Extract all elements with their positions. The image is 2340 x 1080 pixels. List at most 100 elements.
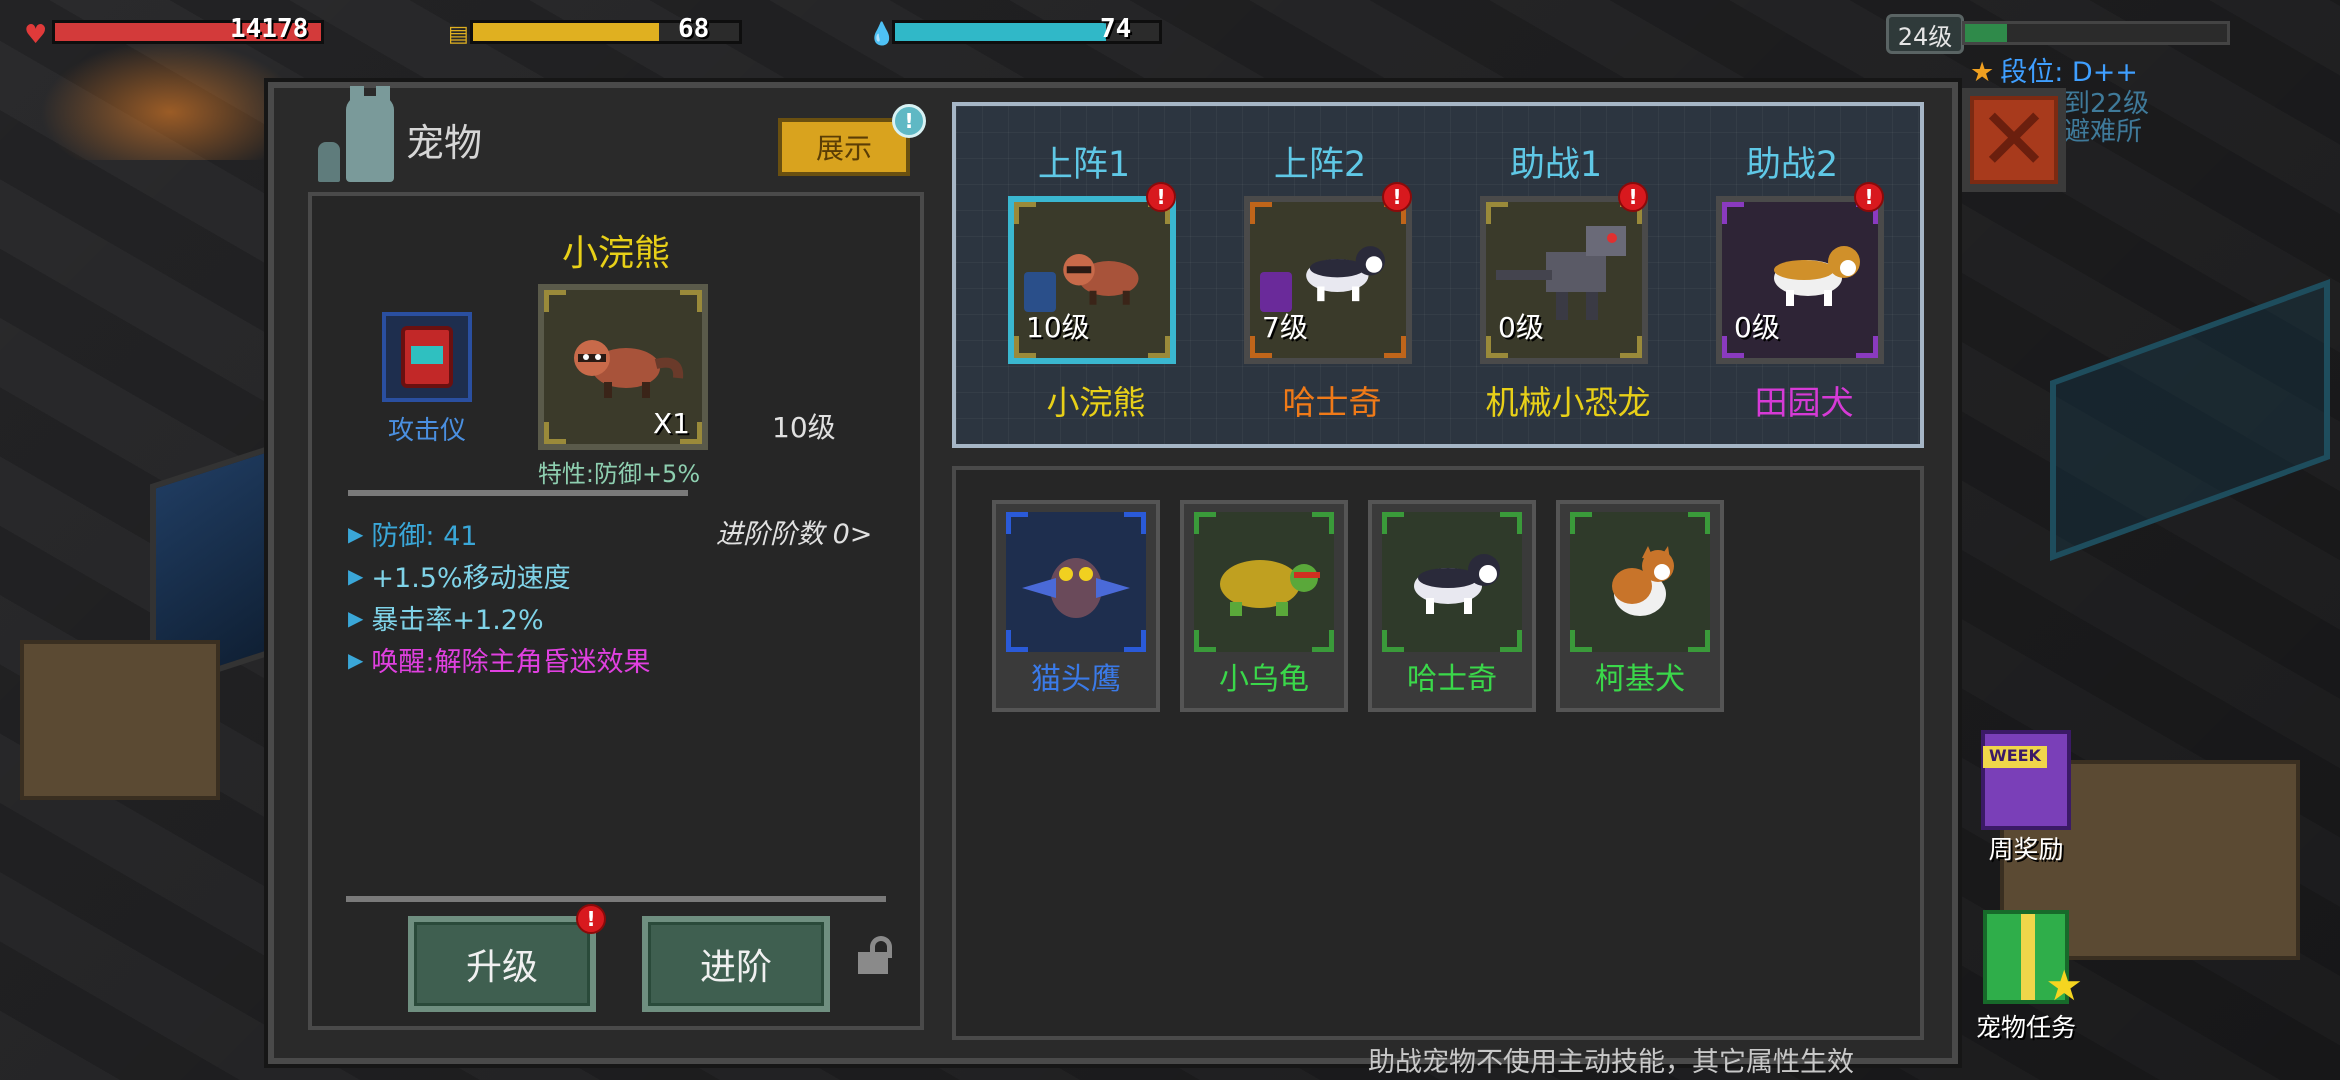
selected-pet-level: 10级 — [772, 411, 836, 444]
stat-text: 暴击率+1.2% — [371, 605, 544, 636]
support-pet-note: 助战宠物不使用主动技能，其它属性生效 — [1368, 1047, 1854, 1078]
pet-detail-panel: 小浣熊 攻击仪 X1 10级 特性:防御+5% ▶ 防御: 41 进阶阶数 0>… — [308, 192, 924, 1030]
rank-label[interactable]: ★ 段位: D++ — [1970, 50, 2138, 89]
weekly-reward-label: 周奖励 — [1988, 835, 2064, 864]
team-pet-name: 哈士奇 — [1282, 383, 1382, 422]
team-pet-name: 机械小恐龙 — [1485, 383, 1651, 422]
team-pet-level: 7级 — [1262, 311, 1308, 344]
stat-text: 唤醒:解除主角昏迷效果 — [371, 647, 651, 678]
selected-pet-portrait: X1 — [538, 284, 708, 450]
husky-sprite — [1306, 246, 1385, 302]
team-alert-badge: ! — [1146, 182, 1176, 212]
quest-hint: 到22级 避难所 — [2064, 90, 2149, 146]
stat-line: ▶ 唤醒:解除主角昏迷效果 — [348, 640, 651, 679]
weekly-tag: WEEK — [1983, 746, 2047, 768]
bullet-icon: ▶ — [348, 605, 364, 630]
team-slot-portrait[interactable]: 7级 — [1244, 196, 1412, 364]
bullet-icon: ▶ — [348, 647, 364, 672]
pet-card-frame — [1382, 512, 1522, 652]
star-icon: ★ — [2045, 961, 2083, 1010]
pet-cat-icon — [310, 86, 396, 182]
attack-device-label: 攻击仪 — [387, 416, 466, 446]
pet-collection-grid: 猫头鹰 小乌龟 哈士奇 柯基犬 — [952, 466, 1924, 1040]
corgi-sprite — [1612, 546, 1674, 616]
advance-count[interactable]: 进阶阶数 0> — [716, 512, 872, 551]
pet-count: X1 — [653, 407, 690, 440]
team-slot-portrait[interactable]: 10级 — [1008, 196, 1176, 364]
team-pet-name: 田园犬 — [1754, 383, 1854, 422]
bullet-icon: ▶ — [348, 521, 364, 546]
bullet-icon: ▶ — [348, 563, 364, 588]
pet-card-name: 哈士奇 — [1407, 662, 1497, 697]
raccoon-sprite — [1063, 254, 1139, 305]
fire-effect — [40, 40, 300, 160]
team-slot-title: 上阵1 — [1037, 145, 1131, 185]
quest-hint-line: 避难所 — [2064, 117, 2143, 147]
team-alert-badge: ! — [1854, 182, 1884, 212]
pet-card-frame — [1194, 512, 1334, 652]
dog-sprite — [1774, 246, 1860, 306]
team-alert-badge: ! — [1618, 182, 1648, 212]
team-pet-level: 0级 — [1498, 311, 1544, 344]
background-sign — [2050, 279, 2330, 561]
weekly-book-icon: WEEK — [1981, 730, 2071, 830]
pet-card-name: 猫头鹰 — [1031, 662, 1121, 697]
husky-sprite — [1414, 554, 1500, 614]
upgrade-alert-badge: ! — [576, 904, 606, 934]
selected-pet-name: 小浣熊 — [561, 233, 670, 274]
pet-card-turtle[interactable]: 小乌龟 — [1180, 500, 1348, 712]
turtle-sprite — [1220, 560, 1320, 616]
energy-value: 68 — [678, 14, 710, 44]
team-pet-level: 10级 — [1026, 311, 1090, 344]
rank-text: 段位: D++ — [2000, 57, 2138, 88]
pet-task-button[interactable]: ★ 宠物任务 — [1966, 910, 2086, 1044]
attack-device-icon[interactable] — [382, 312, 472, 402]
player-level-badge: 24级 — [1886, 14, 1964, 54]
divider — [348, 490, 688, 496]
close-button[interactable]: ✕ — [1962, 88, 2066, 192]
mana-bar-fill — [895, 23, 1107, 41]
stat-line: ▶ +1.5%移动速度 — [348, 556, 571, 595]
team-slot-portrait[interactable]: 0级 — [1480, 196, 1648, 364]
pet-trait: 特性:防御+5% — [537, 460, 701, 488]
pet-card-name: 柯基犬 — [1595, 662, 1685, 697]
pet-card-frame — [1570, 512, 1710, 652]
info-badge: ! — [892, 104, 926, 138]
energy-icon: ▤ — [448, 22, 469, 47]
team-slot-4[interactable]: 助战2 0级 田园犬 — [1704, 106, 1884, 422]
team-lineup: 上阵1 10级 小浣熊 上阵2 7级 哈士奇 助战1 0级 机械小恐龙 助战2 … — [952, 102, 1924, 448]
stat-text: +1.5%移动速度 — [371, 563, 571, 594]
team-slot-3[interactable]: 助战1 0级 机械小恐龙 — [1468, 106, 1651, 422]
heart-icon: ♥ — [24, 20, 48, 50]
hp-value: 14178 — [230, 14, 309, 44]
star-icon: ★ — [1970, 57, 1995, 88]
pet-card-corgi[interactable]: 柯基犬 — [1556, 500, 1724, 712]
team-slot-title: 上阵2 — [1273, 145, 1367, 185]
team-slot-portrait[interactable]: 0级 — [1716, 196, 1884, 364]
close-icon: ✕ — [1977, 90, 2051, 190]
weekly-reward-button[interactable]: WEEK 周奖励 — [1966, 730, 2086, 866]
pet-task-label: 宠物任务 — [1975, 1013, 2076, 1042]
pet-card-frame — [1006, 512, 1146, 652]
pet-card-owl[interactable]: 猫头鹰 — [992, 500, 1160, 712]
xp-bar-fill — [1965, 24, 2007, 42]
owl-sprite — [1022, 558, 1130, 618]
stat-line: ▶ 防御: 41 — [348, 514, 477, 553]
show-button[interactable]: 展示 — [778, 118, 910, 176]
xp-bar — [1962, 21, 2230, 45]
pet-card-husky[interactable]: 哈士奇 — [1368, 500, 1536, 712]
team-slot-2[interactable]: 上阵2 7级 哈士奇 — [1232, 106, 1412, 422]
lock-icon[interactable] — [858, 936, 894, 974]
gift-box-icon: ★ — [1983, 910, 2083, 1010]
team-slot-1[interactable]: 上阵1 10级 小浣熊 — [996, 106, 1176, 422]
advance-button[interactable]: 进阶 — [642, 916, 830, 1012]
panel-title: 宠物 — [406, 120, 483, 165]
energy-bar-fill — [473, 23, 660, 41]
panel-header: 宠物 — [310, 86, 483, 182]
team-pet-name: 小浣熊 — [1046, 383, 1146, 422]
background-crates — [20, 640, 220, 800]
team-alert-badge: ! — [1382, 182, 1412, 212]
upgrade-button[interactable]: 升级 — [408, 916, 596, 1012]
stat-text: 防御: 41 — [371, 521, 478, 552]
divider — [346, 896, 886, 902]
